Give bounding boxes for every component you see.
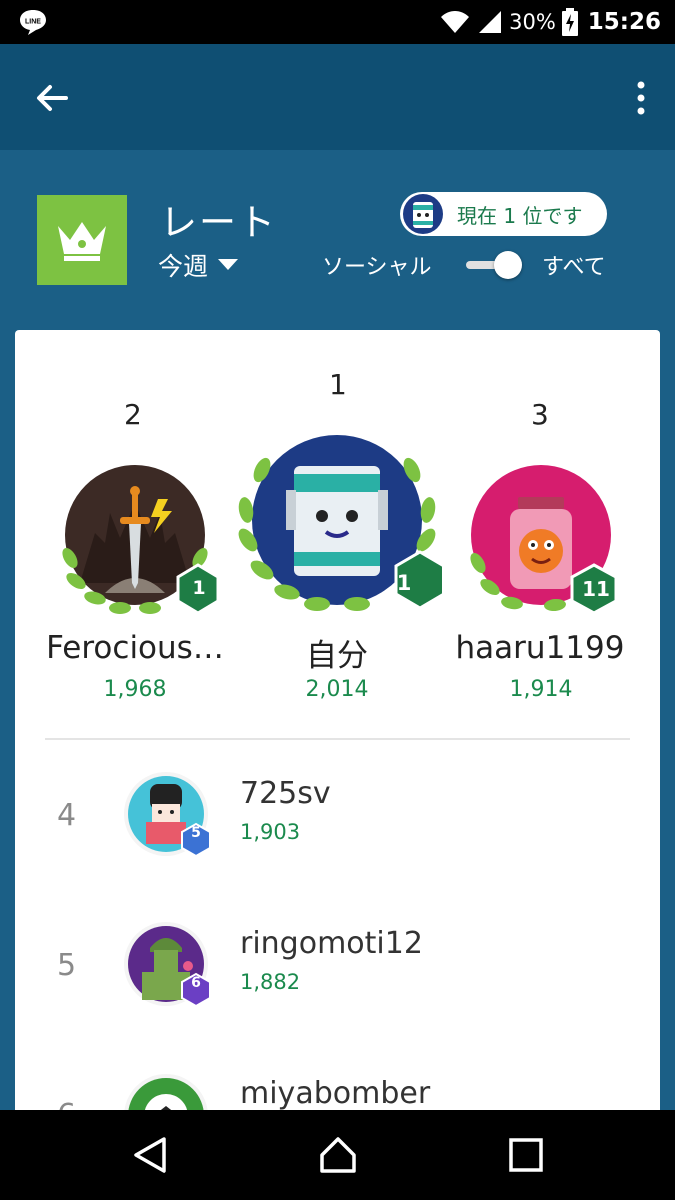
podium-score-2: 1,968 bbox=[103, 677, 167, 702]
podium-level-1: 1 bbox=[396, 571, 412, 595]
podium-name-3: haaru1199 bbox=[455, 630, 625, 666]
dropdown-triangle-icon bbox=[218, 259, 239, 270]
row-rank: 4 bbox=[57, 798, 77, 833]
sword-avatar-icon[interactable] bbox=[50, 463, 220, 623]
app-bar bbox=[0, 44, 675, 150]
period-dropdown[interactable]: 今週 bbox=[158, 247, 239, 283]
row-level: 5 bbox=[191, 825, 201, 841]
row-score: 1,903 bbox=[240, 820, 301, 844]
battery-icon bbox=[561, 8, 578, 36]
back-nav-icon[interactable] bbox=[130, 1135, 170, 1175]
robot-avatar-icon bbox=[403, 194, 443, 234]
row-level: 6 bbox=[191, 975, 201, 991]
nav-bar bbox=[0, 1110, 675, 1200]
green-soldier-avatar-icon[interactable] bbox=[122, 920, 218, 1012]
svg-text:LINE: LINE bbox=[25, 19, 41, 26]
podium-name-1: 自分 bbox=[306, 638, 368, 674]
wifi-icon bbox=[441, 11, 470, 33]
home-nav-icon[interactable] bbox=[318, 1135, 358, 1175]
podium-score-1: 2,014 bbox=[305, 677, 369, 702]
battery-percent: 30% bbox=[509, 10, 556, 34]
kimono-doll-avatar-icon[interactable] bbox=[122, 770, 218, 862]
leaderboard-card: 2 1 Ferocious… 1,968 1 1 自分 2,014 3 11 h… bbox=[15, 330, 660, 1130]
row-score: 1,882 bbox=[240, 970, 301, 994]
status-bar: LINE 30% 15:26 bbox=[0, 0, 675, 44]
podium-name-2: Ferocious… bbox=[46, 630, 224, 666]
page-title: レート bbox=[160, 201, 277, 244]
period-label: 今週 bbox=[158, 252, 209, 281]
current-rank-text: 現在 1 位です bbox=[457, 203, 583, 228]
rate-badge bbox=[37, 195, 127, 285]
divider bbox=[45, 738, 630, 740]
line-app-icon: LINE bbox=[20, 10, 46, 35]
clock: 15:26 bbox=[587, 9, 661, 35]
toggle-label-social: ソーシャル bbox=[322, 255, 432, 280]
row-name: ringomoti12 bbox=[240, 926, 423, 961]
scope-toggle-switch[interactable] bbox=[464, 251, 526, 279]
crown-icon bbox=[58, 222, 106, 261]
podium-level-3: 11 bbox=[582, 577, 610, 601]
podium-rank-1: 1 bbox=[329, 368, 347, 401]
row-name: 725sv bbox=[240, 776, 331, 811]
back-arrow-icon[interactable] bbox=[32, 78, 72, 118]
recents-nav-icon[interactable] bbox=[506, 1135, 546, 1175]
row-rank: 5 bbox=[57, 948, 77, 983]
current-rank-badge: 現在 1 位です bbox=[400, 192, 607, 236]
podium-rank-2: 2 bbox=[124, 398, 142, 431]
podium-score-3: 1,914 bbox=[509, 677, 573, 702]
row-name: miyabomber bbox=[240, 1076, 431, 1111]
scope-toggle-row: ソーシャル すべて bbox=[322, 249, 612, 281]
robot-avatar-icon-large[interactable] bbox=[232, 430, 442, 626]
more-vert-icon[interactable] bbox=[633, 80, 649, 116]
cell-signal-icon bbox=[479, 11, 502, 33]
podium-rank-3: 3 bbox=[531, 398, 549, 431]
podium-level-2: 1 bbox=[192, 577, 206, 599]
toggle-label-all: すべて bbox=[542, 255, 606, 280]
